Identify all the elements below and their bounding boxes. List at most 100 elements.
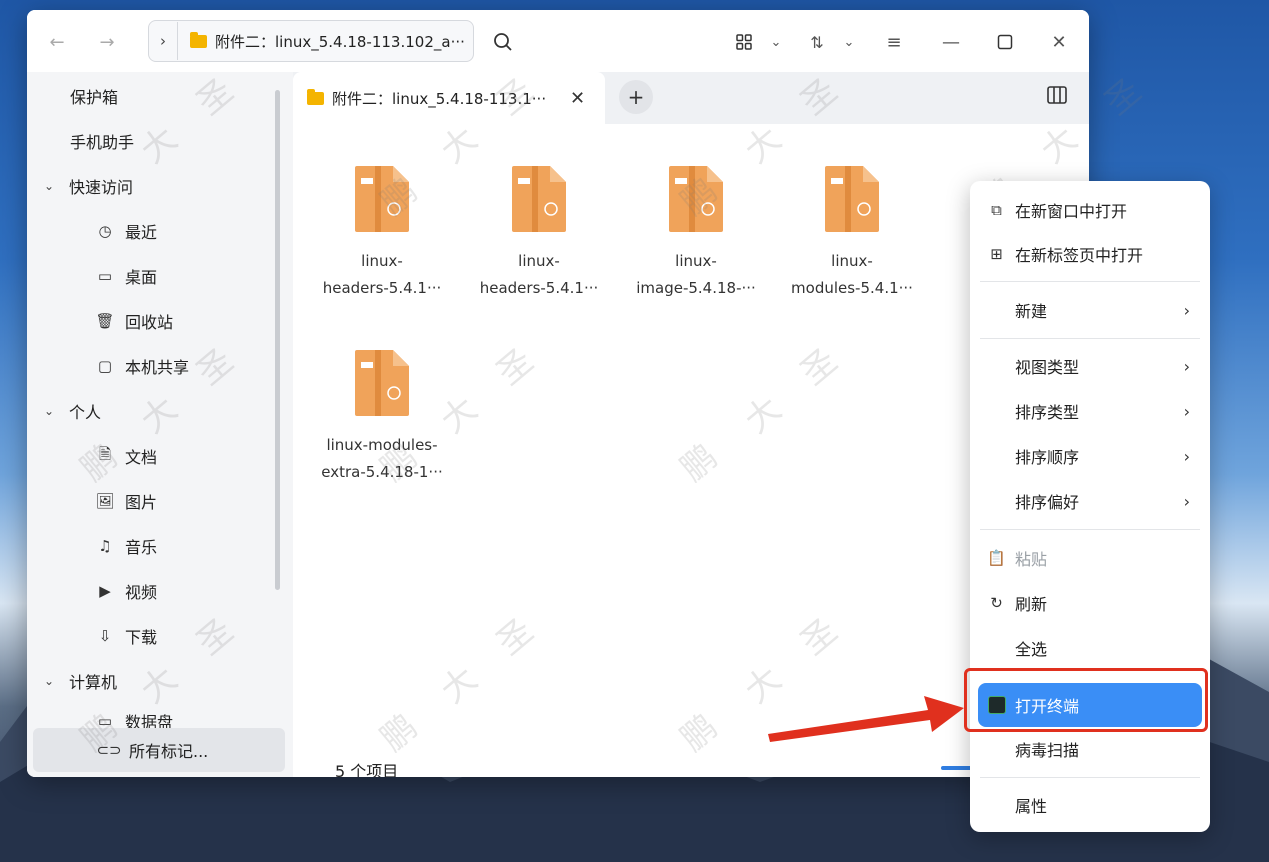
trash-icon: 🗑 bbox=[95, 312, 115, 330]
sidebar-item-videos[interactable]: ▶ 视频 bbox=[95, 579, 157, 603]
file-name-line2: modules-5.4.1··· bbox=[791, 279, 913, 297]
forward-button[interactable]: → bbox=[93, 28, 121, 56]
close-tab-icon[interactable]: ✕ bbox=[570, 88, 585, 109]
file-item[interactable]: linux-modules- extra-5.4.18-1··· bbox=[317, 348, 447, 486]
all-tags-button[interactable]: ⊂⊃ 所有标记... bbox=[33, 728, 285, 772]
sidebar-item-label: 回收站 bbox=[125, 313, 174, 332]
sidebar-item-trash[interactable]: 🗑 回收站 bbox=[95, 309, 173, 333]
sidebar-item-documents[interactable]: 🗎 文档 bbox=[95, 444, 157, 468]
sidebar-group-quick-access[interactable]: ⌄ 快速访问 bbox=[41, 174, 133, 198]
chevron-down-icon: ⌄ bbox=[770, 34, 782, 50]
menu-sort-type[interactable]: 排序类型 › bbox=[978, 391, 1202, 431]
file-name-line2: headers-5.4.1··· bbox=[479, 279, 599, 297]
menu-refresh[interactable]: ↻ 刷新 bbox=[978, 583, 1202, 623]
sidebar: 保护箱 手机助手 ⌄ 快速访问 ◷ 最近 ▭ 桌面 🗑 回收站 ▢ 本机共享 ⌄… bbox=[27, 72, 289, 777]
sidebar-item-recent[interactable]: ◷ 最近 bbox=[95, 219, 157, 243]
chevron-down-icon: ⌄ bbox=[843, 34, 855, 50]
chevron-right-icon[interactable]: › bbox=[149, 32, 177, 50]
tab-title: 附件二：linux_5.4.18-113.1··· bbox=[332, 89, 547, 108]
sidebar-item-label: 文档 bbox=[125, 448, 158, 467]
music-icon: ♫ bbox=[98, 537, 112, 555]
menu-open-new-tab[interactable]: ⊞ 在新标签页中打开 bbox=[978, 234, 1202, 274]
sidebar-item-label: 保护箱 bbox=[70, 88, 119, 107]
menu-item-label: 粘贴 bbox=[1015, 550, 1048, 569]
tag-icon: ⊂⊃ bbox=[96, 741, 122, 759]
context-menu: ⧉ 在新窗口中打开 ⊞ 在新标签页中打开 新建 › 视图类型 › 排序类型 › … bbox=[970, 181, 1210, 832]
file-item[interactable]: linux- headers-5.4.1··· bbox=[317, 164, 447, 302]
chevron-right-icon: › bbox=[1183, 446, 1190, 466]
file-item[interactable]: linux- headers-5.4.1··· bbox=[474, 164, 604, 302]
sidebar-group-label: 快速访问 bbox=[69, 178, 134, 197]
file-name-line1: linux- bbox=[361, 252, 403, 270]
sidebar-item-music[interactable]: ♫ 音乐 bbox=[95, 534, 157, 558]
search-button[interactable] bbox=[489, 28, 517, 56]
sidebar-item-label: 本机共享 bbox=[125, 358, 190, 377]
tab-current-folder[interactable]: 附件二：linux_5.4.18-113.1··· ✕ bbox=[293, 72, 605, 124]
grid-view-icon bbox=[736, 34, 752, 50]
file-name-line1: linux- bbox=[518, 252, 560, 270]
file-name-line1: linux- bbox=[831, 252, 873, 270]
new-window-icon: ⧉ bbox=[991, 201, 1002, 219]
minimize-button[interactable]: — bbox=[937, 28, 965, 56]
folder-outline-icon: ▢ bbox=[97, 357, 113, 375]
file-item[interactable]: linux- modules-5.4.1··· bbox=[787, 164, 917, 302]
file-name-line1: linux-modules- bbox=[326, 436, 438, 454]
main-menu-button[interactable]: ≡ bbox=[880, 28, 908, 56]
deb-package-icon bbox=[825, 166, 879, 232]
sidebar-item-label: 最近 bbox=[125, 223, 158, 242]
sort-dropdown[interactable]: ⌄ bbox=[835, 28, 863, 56]
menu-item-label: 排序类型 bbox=[1015, 403, 1080, 422]
view-mode-dropdown[interactable]: ⌄ bbox=[762, 28, 790, 56]
sidebar-item-phone-assistant[interactable]: 手机助手 bbox=[70, 129, 134, 153]
menu-item-label: 刷新 bbox=[1015, 595, 1048, 614]
back-button[interactable]: ← bbox=[43, 28, 71, 56]
menu-item-label: 在新标签页中打开 bbox=[1015, 246, 1144, 265]
sidebar-item-pictures[interactable]: 🖼 图片 bbox=[95, 489, 157, 513]
menu-new[interactable]: 新建 › bbox=[978, 290, 1202, 330]
menu-paste[interactable]: 📋 粘贴 bbox=[978, 538, 1202, 578]
menu-virus-scan[interactable]: 病毒扫描 bbox=[978, 729, 1202, 769]
download-icon: ⇩ bbox=[98, 627, 112, 645]
sort-icon: ⇅ bbox=[810, 32, 824, 52]
address-bar[interactable]: › 附件二：linux_5.4.18-113.102_a··· bbox=[148, 20, 474, 62]
sidebar-item-label: 数据盘 bbox=[125, 714, 174, 728]
document-icon: 🗎 bbox=[98, 444, 112, 463]
chevron-down-icon[interactable]: ⌄ bbox=[41, 179, 57, 193]
file-name-line2: extra-5.4.18-1··· bbox=[321, 463, 443, 481]
chevron-down-icon[interactable]: ⌄ bbox=[41, 674, 57, 688]
sidebar-item-desktop[interactable]: ▭ 桌面 bbox=[95, 264, 157, 288]
file-item[interactable]: linux- image-5.4.18-··· bbox=[631, 164, 761, 302]
menu-item-label: 全选 bbox=[1015, 640, 1048, 659]
sidebar-group-personal[interactable]: ⌄ 个人 bbox=[41, 399, 101, 423]
menu-properties[interactable]: 属性 bbox=[978, 785, 1202, 825]
view-mode-button[interactable] bbox=[730, 28, 758, 56]
sidebar-item-shared[interactable]: ▢ 本机共享 bbox=[95, 354, 189, 378]
sidebar-item-label: 图片 bbox=[125, 493, 158, 512]
close-window-button[interactable]: ✕ bbox=[1045, 28, 1073, 56]
sidebar-scrollbar[interactable] bbox=[275, 90, 280, 590]
menu-divider bbox=[980, 281, 1200, 282]
annotation-arrow-icon bbox=[768, 696, 964, 742]
sidebar-item-label: 音乐 bbox=[125, 538, 158, 557]
menu-view-type[interactable]: 视图类型 › bbox=[978, 346, 1202, 386]
sidebar-item-downloads[interactable]: ⇩ 下载 bbox=[95, 624, 157, 648]
sidebar-group-computer[interactable]: ⌄ 计算机 bbox=[41, 669, 117, 693]
new-tab-button[interactable]: + bbox=[619, 80, 653, 114]
menu-sort-order[interactable]: 排序顺序 › bbox=[978, 436, 1202, 476]
sort-button[interactable]: ⇅ bbox=[803, 28, 831, 56]
menu-open-new-window[interactable]: ⧉ 在新窗口中打开 bbox=[978, 190, 1202, 230]
maximize-button[interactable] bbox=[991, 28, 1019, 56]
search-icon bbox=[494, 33, 512, 51]
detail-panel-icon[interactable] bbox=[1047, 86, 1067, 104]
menu-divider bbox=[980, 529, 1200, 530]
chevron-right-icon: › bbox=[1183, 356, 1190, 376]
menu-sort-preference[interactable]: 排序偏好 › bbox=[978, 481, 1202, 521]
menu-select-all[interactable]: 全选 bbox=[978, 628, 1202, 668]
refresh-icon: ↻ bbox=[990, 594, 1003, 612]
menu-item-label: 视图类型 bbox=[1015, 358, 1080, 377]
arrow-right-icon: → bbox=[99, 31, 115, 53]
sidebar-item-vault[interactable]: 保护箱 bbox=[70, 84, 118, 108]
chevron-down-icon[interactable]: ⌄ bbox=[41, 404, 57, 418]
sidebar-item-label: 下载 bbox=[125, 628, 158, 647]
sidebar-item-data-disk[interactable]: ▭ 数据盘 bbox=[95, 714, 173, 728]
